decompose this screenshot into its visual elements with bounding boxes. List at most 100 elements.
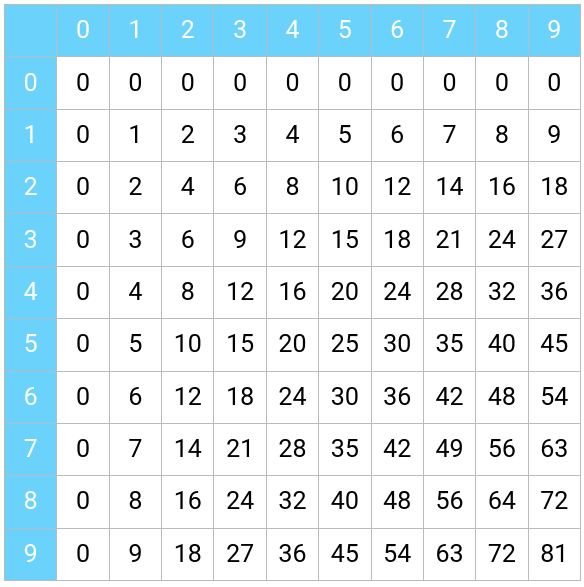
table-cell: 36 — [528, 266, 580, 318]
table-cell: 48 — [476, 371, 528, 423]
table-cell: 21 — [423, 214, 475, 266]
table-cell: 12 — [371, 162, 423, 214]
table-row: 9091827364554637281 — [5, 528, 581, 580]
table-cell: 35 — [423, 319, 475, 371]
col-header: 9 — [528, 5, 580, 57]
table-cell: 14 — [423, 162, 475, 214]
table-cell: 18 — [528, 162, 580, 214]
table-row: 00000000000 — [5, 57, 581, 109]
col-header: 3 — [214, 5, 266, 57]
table-cell: 0 — [57, 423, 109, 475]
multiplication-table-container: 0 1 2 3 4 5 6 7 8 9 00000000000101234567… — [0, 0, 584, 585]
col-header: 6 — [371, 5, 423, 57]
table-cell: 18 — [162, 528, 214, 580]
row-header: 9 — [5, 528, 57, 580]
table-cell: 0 — [57, 162, 109, 214]
table-cell: 0 — [57, 528, 109, 580]
table-cell: 72 — [476, 528, 528, 580]
table-cell: 16 — [266, 266, 318, 318]
table-cell: 32 — [266, 476, 318, 528]
table-cell: 14 — [162, 423, 214, 475]
table-cell: 3 — [109, 214, 161, 266]
row-header: 2 — [5, 162, 57, 214]
table-cell: 5 — [109, 319, 161, 371]
table-cell: 18 — [214, 371, 266, 423]
table-cell: 16 — [162, 476, 214, 528]
table-cell: 48 — [371, 476, 423, 528]
table-cell: 8 — [109, 476, 161, 528]
table-cell: 42 — [423, 371, 475, 423]
table-cell: 42 — [371, 423, 423, 475]
table-cell: 56 — [423, 476, 475, 528]
table-cell: 0 — [57, 109, 109, 161]
row-header: 0 — [5, 57, 57, 109]
table-cell: 9 — [109, 528, 161, 580]
table-row: 10123456789 — [5, 109, 581, 161]
col-header: 7 — [423, 5, 475, 57]
table-cell: 9 — [528, 109, 580, 161]
table-cell: 12 — [214, 266, 266, 318]
table-cell: 12 — [266, 214, 318, 266]
table-cell: 6 — [214, 162, 266, 214]
table-cell: 10 — [162, 319, 214, 371]
table-cell: 36 — [371, 371, 423, 423]
table-cell: 20 — [319, 266, 371, 318]
table-cell: 45 — [528, 319, 580, 371]
table-cell: 0 — [423, 57, 475, 109]
table-cell: 10 — [319, 162, 371, 214]
table-cell: 64 — [476, 476, 528, 528]
table-cell: 8 — [476, 109, 528, 161]
table-cell: 36 — [266, 528, 318, 580]
table-cell: 30 — [319, 371, 371, 423]
table-cell: 5 — [319, 109, 371, 161]
table-cell: 2 — [109, 162, 161, 214]
table-cell: 49 — [423, 423, 475, 475]
table-cell: 81 — [528, 528, 580, 580]
table-cell: 7 — [109, 423, 161, 475]
row-header: 3 — [5, 214, 57, 266]
table-cell: 21 — [214, 423, 266, 475]
table-row: 8081624324048566472 — [5, 476, 581, 528]
table-cell: 30 — [371, 319, 423, 371]
table-cell: 20 — [266, 319, 318, 371]
col-header: 5 — [319, 5, 371, 57]
table-cell: 28 — [266, 423, 318, 475]
table-cell: 25 — [319, 319, 371, 371]
row-header: 8 — [5, 476, 57, 528]
table-cell: 40 — [476, 319, 528, 371]
table-cell: 0 — [57, 319, 109, 371]
table-row: 404812162024283236 — [5, 266, 581, 318]
multiplication-table: 0 1 2 3 4 5 6 7 8 9 00000000000101234567… — [4, 4, 581, 581]
table-cell: 0 — [57, 371, 109, 423]
table-cell: 56 — [476, 423, 528, 475]
table-cell: 45 — [319, 528, 371, 580]
table-cell: 40 — [319, 476, 371, 528]
table-cell: 54 — [371, 528, 423, 580]
table-cell: 35 — [319, 423, 371, 475]
table-cell: 32 — [476, 266, 528, 318]
table-cell: 0 — [57, 214, 109, 266]
table-cell: 6 — [109, 371, 161, 423]
col-header: 8 — [476, 5, 528, 57]
table-cell: 4 — [162, 162, 214, 214]
col-header: 1 — [109, 5, 161, 57]
table-cell: 1 — [109, 109, 161, 161]
table-cell: 6 — [162, 214, 214, 266]
table-cell: 9 — [214, 214, 266, 266]
table-cell: 63 — [423, 528, 475, 580]
table-cell: 27 — [214, 528, 266, 580]
table-cell: 54 — [528, 371, 580, 423]
table-cell: 0 — [57, 476, 109, 528]
table-cell: 63 — [528, 423, 580, 475]
row-header: 1 — [5, 109, 57, 161]
table-row: 7071421283542495663 — [5, 423, 581, 475]
table-cell: 0 — [57, 57, 109, 109]
table-cell: 8 — [266, 162, 318, 214]
row-header: 4 — [5, 266, 57, 318]
table-cell: 7 — [423, 109, 475, 161]
table-cell: 2 — [162, 109, 214, 161]
col-header: 4 — [266, 5, 318, 57]
table-cell: 15 — [319, 214, 371, 266]
table-cell: 0 — [528, 57, 580, 109]
table-cell: 4 — [266, 109, 318, 161]
